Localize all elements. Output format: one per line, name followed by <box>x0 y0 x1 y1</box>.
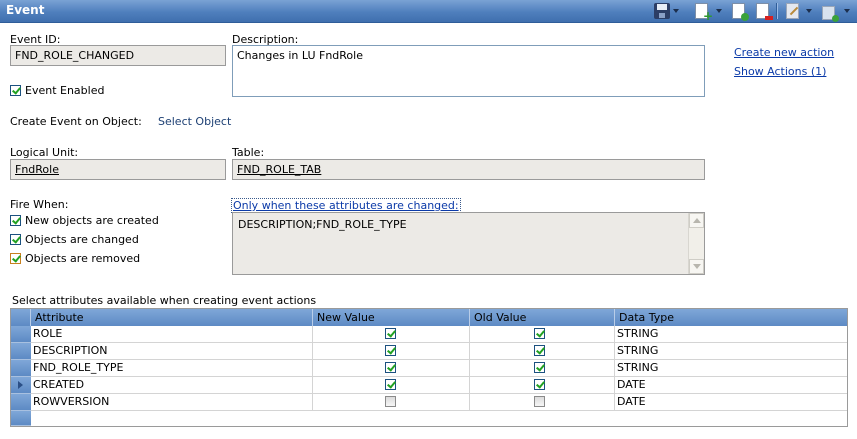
row-header[interactable] <box>11 343 31 360</box>
grid-header: Attribute New Value Old Value Data Type <box>11 309 847 326</box>
actions-icon <box>822 6 839 22</box>
table-label: Table: <box>232 146 265 159</box>
new-button[interactable] <box>694 2 722 23</box>
old-value-checkbox[interactable] <box>534 396 545 407</box>
column-header-old-value[interactable]: Old Value <box>470 309 615 326</box>
duplicate-icon <box>732 3 749 21</box>
data-type-cell[interactable]: STRING <box>615 326 847 342</box>
column-header-attribute[interactable]: Attribute <box>31 309 313 326</box>
event-id-field[interactable]: FND_ROLE_CHANGED <box>10 45 226 66</box>
window-title: Event <box>6 3 45 17</box>
attributes-changed-value: DESCRIPTION;FND_ROLE_TYPE <box>238 218 407 231</box>
chevron-down-icon[interactable] <box>716 9 722 13</box>
scroll-up-icon[interactable] <box>689 213 704 228</box>
chevron-down-icon[interactable] <box>806 9 812 13</box>
event-enabled-checkbox[interactable] <box>10 85 21 96</box>
objects-changed-label: Objects are changed <box>25 233 139 246</box>
data-type-cell[interactable]: STRING <box>615 360 847 376</box>
old-value-checkbox[interactable] <box>534 328 545 339</box>
new-value-cell[interactable] <box>313 394 470 410</box>
new-value-cell[interactable] <box>313 360 470 376</box>
old-value-cell[interactable] <box>470 326 615 342</box>
new-objects-label: New objects are created <box>25 214 159 227</box>
new-icon <box>695 3 713 23</box>
data-type-cell[interactable]: DATE <box>615 377 847 393</box>
event-enabled-label: Event Enabled <box>25 84 105 97</box>
save-icon <box>654 3 670 19</box>
new-row[interactable] <box>11 411 847 428</box>
objects-removed-checkbox[interactable] <box>10 253 21 264</box>
attribute-cell[interactable]: CREATED <box>31 377 313 393</box>
select-object-link[interactable]: Select Object <box>158 115 231 128</box>
new-value-cell[interactable] <box>313 343 470 359</box>
delete-icon <box>756 3 773 20</box>
table-row[interactable]: DESCRIPTION STRING <box>11 343 847 360</box>
table-row[interactable]: ROLE STRING <box>11 326 847 343</box>
table-row[interactable]: ROWVERSION DATE <box>11 394 847 411</box>
data-type-cell[interactable]: STRING <box>615 343 847 359</box>
new-value-checkbox[interactable] <box>385 396 396 407</box>
new-objects-checkbox[interactable] <box>10 215 21 226</box>
table-row[interactable]: CREATED DATE <box>11 377 847 394</box>
row-header[interactable] <box>11 360 31 377</box>
attributes-grid: Attribute New Value Old Value Data Type … <box>10 308 848 427</box>
scroll-down-icon[interactable] <box>689 259 704 274</box>
edit-icon <box>786 3 799 19</box>
actions-button[interactable] <box>822 2 850 22</box>
window-header: Event <box>0 0 857 23</box>
new-value-checkbox[interactable] <box>385 379 396 390</box>
old-value-checkbox[interactable] <box>534 379 545 390</box>
table-field[interactable]: FND_ROLE_TAB <box>232 159 705 180</box>
fire-when-label: Fire When: <box>10 198 69 211</box>
delete-button[interactable] <box>756 2 773 20</box>
chevron-down-icon[interactable] <box>673 9 679 13</box>
attribute-cell[interactable]: ROWVERSION <box>31 394 313 410</box>
chevron-down-icon[interactable] <box>844 9 850 13</box>
toolbar-separator <box>776 3 778 19</box>
grid-corner <box>11 309 31 326</box>
attribute-cell[interactable]: ROLE <box>31 326 313 342</box>
new-value-checkbox[interactable] <box>385 345 396 356</box>
new-value-cell[interactable] <box>313 377 470 393</box>
old-value-cell[interactable] <box>470 394 615 410</box>
attributes-changed-field[interactable]: DESCRIPTION;FND_ROLE_TYPE <box>232 212 705 275</box>
row-header[interactable] <box>11 326 31 343</box>
save-button[interactable] <box>654 2 679 20</box>
old-value-cell[interactable] <box>470 343 615 359</box>
new-value-checkbox[interactable] <box>385 362 396 373</box>
column-header-new-value[interactable]: New Value <box>313 309 470 326</box>
show-actions-link[interactable]: Show Actions (1) <box>734 65 826 78</box>
attribute-cell[interactable]: DESCRIPTION <box>31 343 313 359</box>
grid-caption: Select attributes available when creatin… <box>12 294 317 307</box>
old-value-cell[interactable] <box>470 360 615 376</box>
attributes-scrollbar[interactable] <box>688 213 704 274</box>
description-field[interactable]: Changes in LU FndRole <box>232 45 705 97</box>
attributes-changed-link[interactable]: Only when these attributes are changed: <box>231 198 461 213</box>
new-value-checkbox[interactable] <box>385 328 396 339</box>
objects-changed-checkbox[interactable] <box>10 234 21 245</box>
old-value-cell[interactable] <box>470 377 615 393</box>
attribute-cell[interactable]: FND_ROLE_TYPE <box>31 360 313 376</box>
table-row[interactable]: FND_ROLE_TYPE STRING <box>11 360 847 377</box>
old-value-checkbox[interactable] <box>534 345 545 356</box>
old-value-checkbox[interactable] <box>534 362 545 373</box>
column-header-data-type[interactable]: Data Type <box>615 309 847 326</box>
new-value-cell[interactable] <box>313 326 470 342</box>
objects-removed-label: Objects are removed <box>25 252 141 265</box>
duplicate-button[interactable] <box>732 2 749 21</box>
data-type-cell[interactable]: DATE <box>615 394 847 410</box>
create-new-action-link[interactable]: Create new action <box>734 46 834 59</box>
current-row-indicator-icon[interactable] <box>11 377 31 394</box>
logical-unit-label: Logical Unit: <box>10 146 79 159</box>
edit-button[interactable] <box>786 2 812 20</box>
row-header[interactable] <box>11 394 31 411</box>
logical-unit-field[interactable]: FndRole <box>10 159 226 180</box>
create-event-label: Create Event on Object: <box>10 115 142 128</box>
row-header[interactable] <box>11 411 31 426</box>
